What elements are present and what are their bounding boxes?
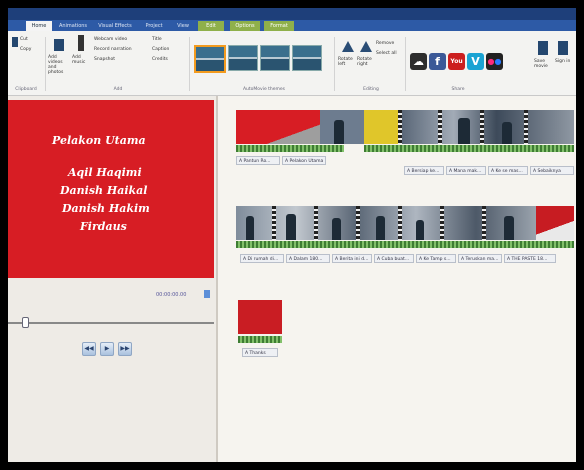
title-button[interactable]: Title [152, 37, 162, 42]
caption-chip[interactable]: A Thanks [242, 348, 278, 357]
caption-chip[interactable]: A Sebaiknya [530, 166, 574, 175]
storyboard: A Pantun Ro... A Pelakon Utama A Bersiap… [218, 96, 576, 462]
video-clip[interactable] [236, 206, 536, 240]
caption-chip[interactable]: A Pelakon Utama [282, 156, 326, 165]
caption-chip[interactable]: A Berita ini d... [332, 254, 372, 263]
video-clip[interactable] [320, 110, 364, 144]
group-add: Add [113, 87, 123, 92]
tab-edit[interactable]: Edit [198, 21, 224, 31]
rotate-right-icon[interactable] [360, 41, 372, 52]
ribbon: Cut Copy Clipboard Add videos and photos… [8, 31, 576, 96]
facebook-icon[interactable]: f [429, 53, 446, 70]
caption-chip[interactable]: A Bersiap ke... [404, 166, 444, 175]
caption-chip[interactable]: A Teruskan ma... [458, 254, 502, 263]
select-all-button[interactable]: Select all [376, 51, 397, 56]
preview-name: Firdaus [80, 220, 127, 233]
theme-thumbnail[interactable] [194, 45, 226, 73]
tab-view[interactable]: View [172, 21, 194, 31]
record-narration-button[interactable]: Record narration [94, 47, 132, 52]
preview-name: Danish Hakim [62, 202, 150, 215]
caption-chip[interactable]: A Cuba buat... [374, 254, 414, 263]
cloud-share-icon[interactable]: ☁ [410, 53, 427, 70]
preview-name: Aqil Haqimi [68, 166, 142, 179]
save-movie-icon[interactable] [538, 41, 548, 55]
paste-icon[interactable] [12, 37, 18, 47]
credits-button[interactable]: Credits [152, 57, 168, 62]
group-clipboard: Clipboard [15, 87, 37, 92]
theme-thumbnail[interactable] [228, 45, 258, 71]
vimeo-icon[interactable]: V [467, 53, 484, 70]
video-clip[interactable] [236, 110, 320, 144]
app-window: Home Animations Visual Effects Project V… [8, 8, 576, 462]
caption-button[interactable]: Caption [152, 47, 169, 52]
group-share: Share [451, 87, 465, 92]
tab-home[interactable]: Home [26, 21, 52, 31]
preview-name: Danish Haikal [60, 184, 148, 197]
clip-strip[interactable] [236, 206, 574, 240]
group-editing: Editing [363, 87, 379, 92]
add-music-button[interactable]: Add music [72, 55, 88, 65]
preview-title: Pelakon Utama [52, 134, 146, 147]
music-track[interactable] [238, 336, 282, 343]
rotate-left-button[interactable]: Rotate left [338, 57, 356, 67]
sign-in-icon[interactable] [558, 41, 568, 55]
caption-chip[interactable]: A Pantun Ro... [236, 156, 280, 165]
sign-in-button[interactable]: Sign in [555, 59, 573, 64]
video-clip[interactable] [402, 110, 574, 144]
divider [45, 37, 46, 91]
seek-handle[interactable] [22, 317, 29, 328]
title-bar [8, 8, 576, 20]
webcam-button[interactable]: Webcam video [94, 37, 127, 42]
caption-chip[interactable]: A Di rumah di... [240, 254, 284, 263]
video-clip[interactable] [364, 110, 398, 144]
divider [334, 37, 335, 91]
seek-bar[interactable] [8, 322, 214, 324]
flickr-icon[interactable]: ●● [486, 53, 503, 70]
add-videos-button[interactable]: Add videos and photos [48, 55, 70, 75]
tab-options[interactable]: Options [230, 21, 260, 31]
rotate-right-button[interactable]: Rotate right [357, 57, 375, 67]
tab-format[interactable]: Format [264, 21, 294, 31]
theme-thumbnail[interactable] [292, 45, 322, 71]
caption-chip[interactable]: A Ke se mas... [488, 166, 528, 175]
tab-animations[interactable]: Animations [56, 21, 90, 31]
cut-button[interactable]: Cut [20, 37, 28, 42]
caption-chip[interactable]: A THE PASTE 18... [504, 254, 556, 263]
add-videos-icon[interactable] [54, 39, 64, 51]
snapshot-button[interactable]: Snapshot [94, 57, 115, 62]
ribbon-tab-strip: Home Animations Visual Effects Project V… [8, 20, 576, 31]
previous-frame-button[interactable]: ◀◀ [82, 342, 96, 356]
divider [189, 37, 190, 91]
video-preview[interactable]: Pelakon Utama Aqil Haqimi Danish Haikal … [8, 100, 214, 278]
music-track[interactable] [364, 145, 574, 152]
preview-pane: Pelakon Utama Aqil Haqimi Danish Haikal … [8, 96, 216, 462]
next-frame-button[interactable]: ▶▶ [118, 342, 132, 356]
youtube-icon[interactable]: You [448, 53, 465, 70]
tab-visual-effects[interactable]: Visual Effects [94, 21, 136, 31]
theme-thumbnail[interactable] [260, 45, 290, 71]
copy-button[interactable]: Copy [20, 47, 31, 52]
split-icon[interactable] [204, 290, 210, 298]
caption-chip[interactable]: A Mana mak... [446, 166, 486, 175]
caption-chip[interactable]: A Ke Tamp s... [416, 254, 456, 263]
timecode: 00:00:00.00 [156, 292, 187, 298]
group-automovie-themes: AutoMovie themes [242, 87, 286, 92]
music-track[interactable] [236, 241, 574, 248]
music-track[interactable] [236, 145, 344, 152]
tab-project[interactable]: Project [140, 21, 168, 31]
video-clip[interactable] [238, 300, 282, 334]
remove-button[interactable]: Remove [376, 41, 394, 46]
clip-strip[interactable] [238, 300, 282, 334]
video-clip[interactable] [536, 206, 574, 240]
music-icon[interactable] [78, 35, 84, 51]
clip-strip[interactable] [236, 110, 574, 144]
divider [405, 37, 406, 91]
play-button[interactable]: ▶ [100, 342, 114, 356]
save-movie-button[interactable]: Save movie [534, 59, 552, 69]
caption-chip[interactable]: A Dalam 180... [286, 254, 330, 263]
rotate-left-icon[interactable] [342, 41, 354, 52]
